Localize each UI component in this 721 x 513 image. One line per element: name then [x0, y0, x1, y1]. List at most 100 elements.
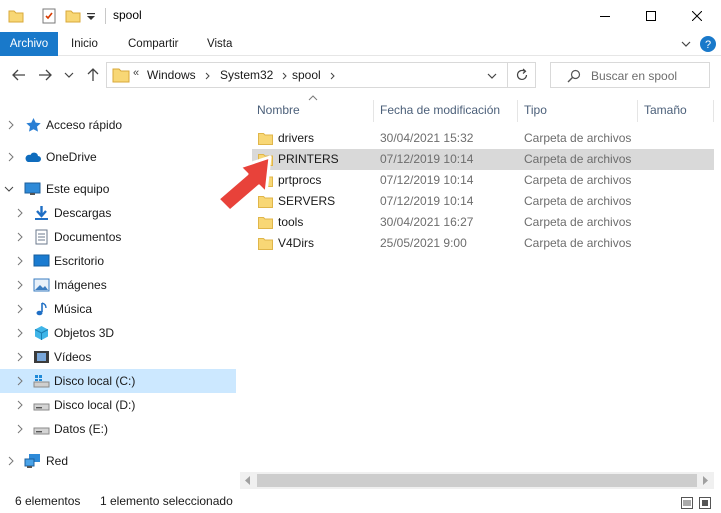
- chevron-right-icon[interactable]: [6, 150, 16, 164]
- details-view-icon[interactable]: [681, 497, 693, 509]
- nav-item-red[interactable]: Red: [0, 449, 236, 473]
- scrollbar-thumb[interactable]: [257, 474, 697, 487]
- cube-icon: [34, 326, 49, 340]
- tab-inicio[interactable]: Inicio: [63, 32, 106, 56]
- file-name: V4Dirs: [278, 236, 315, 250]
- scroll-right-icon[interactable]: [703, 476, 709, 485]
- breadcrumb-system32[interactable]: System32: [220, 68, 273, 82]
- chevron-right-icon[interactable]: [15, 302, 25, 316]
- ribbon: Archivo Inicio Compartir Vista ?: [0, 32, 721, 56]
- folder-icon: [112, 68, 130, 83]
- nav-item-escritorio[interactable]: Escritorio: [0, 249, 236, 273]
- arrow-up-icon: [87, 68, 99, 81]
- address-overflow[interactable]: «: [133, 67, 139, 79]
- chevron-right-icon[interactable]: [282, 72, 288, 80]
- chevron-right-icon[interactable]: [15, 230, 25, 244]
- minimize-button[interactable]: [582, 0, 628, 32]
- file-row[interactable]: V4Dirs 25/05/2021 9:00 Carpeta de archiv…: [252, 233, 714, 254]
- nav-label: Este equipo: [46, 182, 110, 196]
- breadcrumb-spool[interactable]: spool: [292, 68, 321, 82]
- chevron-right-icon[interactable]: [15, 422, 25, 436]
- large-icons-view-icon[interactable]: [699, 497, 711, 509]
- file-name: drivers: [278, 131, 315, 145]
- file-row[interactable]: prtprocs 07/12/2019 10:14 Carpeta de arc…: [252, 170, 714, 191]
- nav-label: Red: [46, 454, 69, 468]
- chevron-right-icon[interactable]: [330, 72, 336, 80]
- chevron-right-icon[interactable]: [6, 454, 16, 468]
- file-row-selected[interactable]: PRINTERS 07/12/2019 10:14 Carpeta de arc…: [252, 149, 714, 170]
- tab-compartir[interactable]: Compartir: [120, 32, 186, 56]
- file-type: Carpeta de archivos: [524, 215, 632, 229]
- chevron-down-icon[interactable]: [4, 182, 14, 196]
- chevron-right-icon[interactable]: [205, 72, 211, 80]
- document-icon: [35, 229, 48, 245]
- tab-vista[interactable]: Vista: [199, 32, 240, 56]
- maximize-icon: [646, 11, 656, 21]
- maximize-button[interactable]: [628, 0, 674, 32]
- help-icon[interactable]: ?: [699, 35, 717, 53]
- chevron-right-icon[interactable]: [6, 118, 16, 132]
- nav-item-disco-local-d[interactable]: Disco local (D:): [0, 393, 236, 417]
- chevron-right-icon[interactable]: [15, 398, 25, 412]
- customize-toolbar-icon[interactable]: [86, 7, 96, 25]
- chevron-right-icon[interactable]: [15, 374, 25, 388]
- tab-archivo[interactable]: Archivo: [0, 32, 58, 56]
- forward-button[interactable]: [34, 64, 56, 86]
- file-type: Carpeta de archivos: [524, 173, 632, 187]
- refresh-button[interactable]: [508, 62, 536, 88]
- nav-item-imagenes[interactable]: Imágenes: [0, 273, 236, 297]
- status-selection: 1 elemento seleccionado: [100, 494, 233, 508]
- nav-label: Acceso rápido: [46, 118, 123, 132]
- expand-ribbon-icon[interactable]: [681, 40, 691, 48]
- close-button[interactable]: [674, 0, 720, 32]
- file-row[interactable]: drivers 30/04/2021 15:32 Carpeta de arch…: [252, 128, 714, 149]
- nav-item-disco-local-c[interactable]: Disco local (C:): [0, 369, 236, 393]
- nav-item-descargas[interactable]: Descargas: [0, 201, 236, 225]
- chevron-right-icon[interactable]: [15, 350, 25, 364]
- nav-item-este-equipo[interactable]: Este equipo: [0, 177, 236, 201]
- nav-item-videos[interactable]: Vídeos: [0, 345, 236, 369]
- folder-icon: [8, 10, 24, 23]
- column-header-fecha[interactable]: Fecha de modificación: [380, 100, 517, 122]
- search-input[interactable]: Buscar en spool: [591, 69, 677, 83]
- chevron-right-icon[interactable]: [15, 206, 25, 220]
- column-header-tipo[interactable]: Tipo: [524, 100, 636, 122]
- search-icon: [567, 69, 581, 83]
- chevron-right-icon[interactable]: [15, 278, 25, 292]
- search-box[interactable]: Buscar en spool: [550, 62, 710, 88]
- column-divider[interactable]: [517, 100, 518, 122]
- folder-icon: [258, 133, 273, 145]
- nav-item-objetos-3d[interactable]: Objetos 3D: [0, 321, 236, 345]
- address-bar[interactable]: « Windows System32 spool: [106, 62, 508, 88]
- breadcrumb-windows[interactable]: Windows: [147, 68, 196, 82]
- new-folder-icon[interactable]: [64, 7, 82, 25]
- nav-item-datos-e[interactable]: Datos (E:): [0, 417, 236, 441]
- column-header-tamano[interactable]: Tamaño: [644, 100, 710, 122]
- column-divider[interactable]: [713, 100, 714, 122]
- recent-locations-button[interactable]: [62, 64, 76, 86]
- chevron-down-icon[interactable]: [487, 72, 497, 80]
- nav-label: Documentos: [54, 230, 122, 244]
- column-divider[interactable]: [373, 100, 374, 122]
- file-date: 07/12/2019 10:14: [380, 152, 474, 166]
- file-row[interactable]: tools 30/04/2021 16:27 Carpeta de archiv…: [252, 212, 714, 233]
- folder-icon: [258, 217, 273, 229]
- chevron-right-icon[interactable]: [15, 326, 25, 340]
- column-header-nombre[interactable]: Nombre: [257, 100, 373, 122]
- horizontal-scrollbar[interactable]: [240, 472, 714, 489]
- scroll-left-icon[interactable]: [245, 476, 251, 485]
- properties-icon[interactable]: [40, 7, 58, 25]
- network-icon: [24, 454, 40, 468]
- nav-item-musica[interactable]: Música: [0, 297, 236, 321]
- back-button[interactable]: [8, 64, 30, 86]
- file-type: Carpeta de archivos: [524, 236, 632, 250]
- file-type: Carpeta de archivos: [524, 131, 632, 145]
- nav-item-documentos[interactable]: Documentos: [0, 225, 236, 249]
- nav-item-onedrive[interactable]: OneDrive: [0, 145, 236, 169]
- nav-item-acceso-rapido[interactable]: Acceso rápido: [0, 113, 236, 137]
- file-row[interactable]: SERVERS 07/12/2019 10:14 Carpeta de arch…: [252, 191, 714, 212]
- up-button[interactable]: [82, 64, 104, 86]
- column-divider[interactable]: [637, 100, 638, 122]
- chevron-right-icon[interactable]: [15, 254, 25, 268]
- svg-text:?: ?: [705, 39, 711, 51]
